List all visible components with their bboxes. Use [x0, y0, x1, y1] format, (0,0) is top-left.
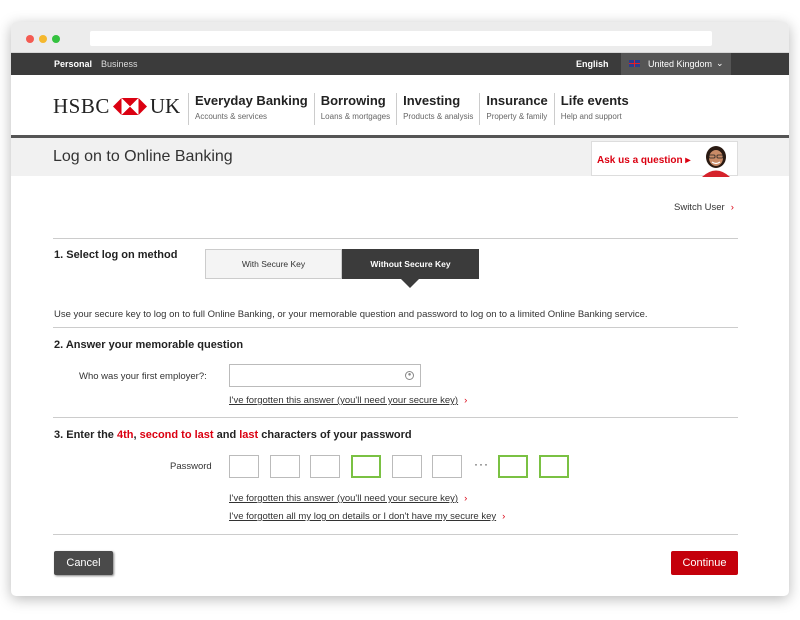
tab-without-secure-key[interactable]: Without Secure Key [342, 249, 479, 288]
forgot-answer-label: I've forgotten this answer (you'll need … [229, 395, 459, 406]
cancel-button[interactable]: Cancel [54, 551, 113, 575]
nav-everyday-banking[interactable]: Everyday Banking Accounts & services [188, 93, 314, 125]
nav-item-subtitle: Products & analysis [403, 112, 474, 121]
switch-user-link[interactable]: Switch User › [674, 202, 734, 213]
nav-life-events[interactable]: Life events Help and support [553, 93, 635, 125]
divider [53, 534, 738, 535]
chevron-down-icon: ⌄ [716, 58, 724, 68]
uk-flag-icon [629, 60, 640, 67]
language-selector[interactable]: English [576, 59, 609, 69]
chevron-right-icon: › [502, 511, 506, 522]
ask-question-label: Ask us a question ▸ [597, 155, 691, 166]
ask-question-button[interactable]: Ask us a question ▸ [591, 141, 738, 177]
forgot-all-details-link[interactable]: I've forgotten all my log on details or … [229, 511, 505, 522]
close-window-button[interactable] [26, 35, 34, 43]
nav-item-subtitle: Help and support [560, 112, 622, 121]
step3-heading-red: second to last [139, 429, 214, 441]
step3-heading-part: and [213, 429, 240, 441]
memorable-question-label: Who was your first employer?: [79, 371, 207, 382]
nav-item-title: Insurance [486, 93, 548, 108]
password-char-5 [392, 455, 422, 478]
logon-method-tabs: With Secure Key Without Secure Key [205, 249, 479, 288]
nav-item-title: Investing [403, 93, 461, 108]
logo-text-uk: UK [149, 93, 181, 118]
password-label: Password [170, 461, 212, 472]
nav-item-subtitle: Property & family [486, 112, 548, 121]
nav-item-title: Everyday Banking [195, 93, 308, 108]
password-last-input[interactable] [539, 455, 569, 478]
password-ellipsis: ··· [474, 457, 489, 471]
continue-button[interactable]: Continue [671, 551, 738, 575]
memorable-answer-input[interactable]: ● [229, 364, 421, 387]
switch-user-label: Switch User [674, 202, 725, 213]
support-agent-avatar [702, 146, 730, 177]
password-char-6 [432, 455, 462, 478]
forgot-answer-link[interactable]: I've forgotten this answer (you'll need … [229, 395, 467, 406]
chevron-right-icon: › [464, 395, 468, 406]
forgot-answer-label: I've forgotten this answer (you'll need … [229, 493, 459, 504]
browser-chrome [11, 22, 789, 53]
main-navigation: Everyday Banking Accounts & services Bor… [188, 93, 635, 125]
nav-item-title: Borrowing [320, 93, 386, 108]
nav-item-subtitle: Accounts & services [195, 112, 268, 121]
step2-heading: 2. Answer your memorable question [54, 339, 244, 351]
nav-investing[interactable]: Investing Products & analysis [396, 93, 479, 125]
password-char-1 [229, 455, 259, 478]
step3-heading-red: last [239, 429, 259, 441]
page-title: Log on to Online Banking [53, 148, 233, 165]
keyboard-icon[interactable]: ● [405, 371, 414, 380]
password-char-3 [310, 455, 340, 478]
logo-text-hsbc: HSBC [53, 93, 110, 118]
password-char-4-input[interactable] [351, 455, 381, 478]
divider [53, 417, 738, 418]
step1-heading: 1. Select log on method [54, 249, 178, 261]
top-navigation: Personal Business English United Kingdom… [11, 53, 789, 75]
password-char-2 [270, 455, 300, 478]
nav-business[interactable]: Business [101, 59, 138, 69]
hsbc-hexagon-icon [112, 97, 147, 115]
step3-heading: 3. Enter the 4th, second to last and las… [54, 429, 412, 441]
nav-item-subtitle: Loans & mortgages [320, 112, 391, 121]
browser-window: Personal Business English United Kingdom… [11, 22, 789, 596]
minimize-window-button[interactable] [39, 35, 47, 43]
nav-borrowing[interactable]: Borrowing Loans & mortgages [313, 93, 396, 125]
forgot-all-label: I've forgotten all my log on details or … [229, 511, 497, 522]
hsbc-logo[interactable]: HSBC UK [53, 93, 181, 118]
page-title-bar: Log on to Online Banking Ask us a questi… [11, 138, 789, 177]
country-selector[interactable]: United Kingdom ⌄ [621, 53, 731, 75]
tab-with-secure-key[interactable]: With Secure Key [205, 249, 342, 279]
maximize-window-button[interactable] [52, 35, 60, 43]
nav-personal[interactable]: Personal [54, 59, 92, 69]
nav-item-title: Life events [560, 93, 629, 108]
chevron-right-icon: › [730, 202, 734, 213]
address-bar[interactable] [90, 31, 712, 46]
country-name: United Kingdom [648, 59, 713, 69]
divider [53, 327, 738, 328]
logon-method-info: Use your secure key to log on to full On… [54, 309, 648, 320]
password-second-to-last-input[interactable] [498, 455, 528, 478]
nav-insurance[interactable]: Insurance Property & family [479, 93, 553, 125]
forgot-answer-link-2[interactable]: I've forgotten this answer (you'll need … [229, 493, 467, 504]
site-header: HSBC UK Everyday Banking Accounts & serv… [11, 75, 789, 138]
step3-heading-part: characters of your password [258, 429, 412, 441]
step3-heading-red: 4th [116, 429, 134, 441]
logon-form: Switch User › 1. Select log on method Wit… [11, 176, 789, 575]
chevron-right-icon: › [464, 493, 468, 504]
divider [53, 238, 738, 239]
step3-heading-part: 3. Enter the [54, 429, 117, 441]
